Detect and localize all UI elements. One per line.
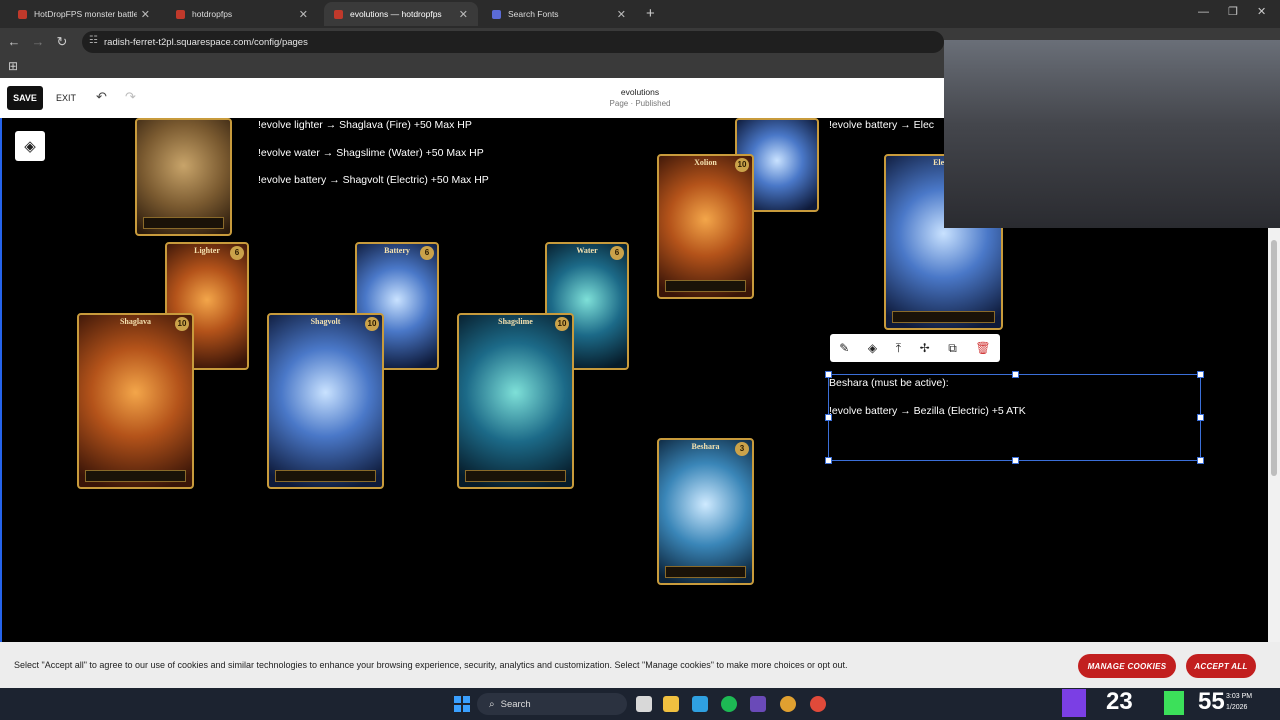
card-beshara[interactable]: Beshara 3 <box>657 438 754 585</box>
trash-icon[interactable]: 🗑 <box>975 341 990 355</box>
webcam-overlay <box>944 40 1280 228</box>
file-explorer-icon[interactable] <box>663 696 679 712</box>
card-level: 10 <box>735 158 749 172</box>
card-level: 6 <box>610 246 624 260</box>
tab-favicon-icon <box>18 9 27 19</box>
card-footer <box>85 470 186 482</box>
resize-handle[interactable] <box>1012 371 1019 378</box>
card-shagslime[interactable]: Shagslime 10 <box>457 313 574 489</box>
close-tab-icon[interactable]: ✕ <box>299 8 308 21</box>
card-poop[interactable] <box>135 118 232 236</box>
command-text-electric[interactable]: !evolve battery → Elec <box>829 119 934 131</box>
exit-button[interactable]: EXIT <box>56 93 76 103</box>
back-arrow-icon[interactable]: ← <box>6 34 22 49</box>
hud-icon[interactable] <box>750 696 766 712</box>
cookie-text: Select "Accept all" to agree to our use … <box>14 660 848 670</box>
tab-title: Search Fonts <box>508 9 559 19</box>
search-icon: ⌕ <box>489 698 495 710</box>
minimize-window-icon[interactable]: — <box>1198 6 1209 18</box>
tab-evolutions[interactable]: evolutions — hotdropfps ✕ <box>324 2 478 26</box>
tab-hotdropfps-monster[interactable]: HotDropFPS monster battle sty ✕ <box>8 2 160 26</box>
tab-title: evolutions — hotdropfps <box>350 9 442 19</box>
clock-date: 1/2026 <box>1226 704 1248 711</box>
maximize-window-icon[interactable]: ❐ <box>1228 5 1238 18</box>
pin-icon[interactable]: ✢ <box>920 341 930 355</box>
command-text-water[interactable]: !evolve water → Shagslime (Water) +50 Ma… <box>258 147 484 159</box>
tab-favicon-icon <box>176 9 185 19</box>
taskview-icon[interactable] <box>636 696 652 712</box>
selected-block-line2[interactable]: !evolve battery → Bezilla (Electric) +5 … <box>829 405 1026 417</box>
follower-count: 55 <box>1198 688 1225 715</box>
url-text: radish-ferret-t2pl.squarespace.com/confi… <box>104 36 308 48</box>
spotify-icon[interactable] <box>721 696 737 712</box>
windows-start-icon[interactable] <box>454 696 470 712</box>
chrome-canary-icon[interactable] <box>810 696 826 712</box>
move-up-icon[interactable]: ⤒ <box>896 341 901 356</box>
card-xolion[interactable]: Xolion 10 <box>657 154 754 299</box>
card-footer <box>665 566 746 578</box>
resize-handle[interactable] <box>1197 371 1204 378</box>
card-footer <box>275 470 376 482</box>
resize-handle[interactable] <box>825 457 832 464</box>
manage-cookies-button[interactable]: MANAGE COOKIES <box>1078 654 1176 678</box>
chrome-icon[interactable] <box>780 696 796 712</box>
twitch-icon <box>1062 689 1086 717</box>
editor-header <box>0 78 944 118</box>
site-info-icon[interactable]: ☷ <box>89 35 98 46</box>
card-level: 10 <box>555 317 569 331</box>
resize-handle[interactable] <box>1012 457 1019 464</box>
tab-favicon-icon <box>334 9 343 19</box>
page-status: Page · Published <box>609 99 671 108</box>
card-shagvolt[interactable]: Shagvolt 10 <box>267 313 384 489</box>
card-level: 3 <box>735 442 749 456</box>
close-window-icon[interactable]: ✕ <box>1257 5 1266 18</box>
card-shaglava[interactable]: Shaglava 10 <box>77 313 194 489</box>
card-footer <box>143 217 224 229</box>
reload-icon[interactable]: ↻ <box>54 34 70 50</box>
resize-handle[interactable] <box>1197 414 1204 421</box>
save-button[interactable]: SAVE <box>7 86 43 110</box>
card-footer <box>892 311 995 323</box>
new-tab-button[interactable]: + <box>646 5 655 22</box>
clock-time: 3:03 PM <box>1226 693 1253 700</box>
notepad-icon[interactable] <box>692 696 708 712</box>
selected-block-line1[interactable]: Beshara (must be active): <box>829 377 949 389</box>
tab-title: HotDropFPS monster battle sty <box>34 9 137 19</box>
command-text-battery[interactable]: !evolve battery → Shagvolt (Electric) +5… <box>258 174 489 186</box>
tab-search-fonts[interactable]: Search Fonts ✕ <box>482 2 636 26</box>
paint-icon[interactable]: ◈ <box>868 341 877 355</box>
kick-icon <box>1164 691 1184 715</box>
card-footer <box>665 280 746 292</box>
address-bar[interactable]: ☷ radish-ferret-t2pl.squarespace.com/con… <box>82 31 944 53</box>
accept-all-button[interactable]: ACCEPT ALL <box>1186 654 1256 678</box>
block-toolbar: ✎ ◈ ⤒ ✢ ⧉ 🗑 <box>830 334 1000 362</box>
pencil-icon[interactable]: ✎ <box>839 341 849 355</box>
scrollbar-thumb[interactable] <box>1271 240 1277 476</box>
apps-grid-icon[interactable]: ⊞ <box>8 59 18 73</box>
page-title: evolutions <box>620 87 660 97</box>
command-text-lighter[interactable]: !evolve lighter → Shaglava (Fire) +50 Ma… <box>258 119 472 131</box>
tab-hotdropfps[interactable]: hotdropfps ✕ <box>166 2 318 26</box>
tab-favicon-icon <box>492 9 501 19</box>
card-level: 6 <box>420 246 434 260</box>
resize-handle[interactable] <box>825 414 832 421</box>
tab-title: hotdropfps <box>192 9 233 19</box>
layers-icon[interactable]: ◈ <box>15 131 45 161</box>
close-tab-icon[interactable]: ✕ <box>459 8 468 21</box>
duplicate-icon[interactable]: ⧉ <box>948 341 957 356</box>
redo-icon[interactable]: ↷ <box>125 89 136 105</box>
viewer-count: 23 <box>1106 688 1133 715</box>
undo-icon[interactable]: ↶ <box>96 89 107 105</box>
close-tab-icon[interactable]: ✕ <box>617 8 626 21</box>
resize-handle[interactable] <box>1197 457 1204 464</box>
card-footer <box>465 470 566 482</box>
resize-handle[interactable] <box>825 371 832 378</box>
card-level: 10 <box>365 317 379 331</box>
card-level: 6 <box>230 246 244 260</box>
forward-arrow-icon[interactable]: → <box>30 34 46 49</box>
search-label: Search <box>500 698 531 710</box>
close-tab-icon[interactable]: ✕ <box>141 8 150 21</box>
card-level: 10 <box>175 317 189 331</box>
taskbar-search[interactable]: ⌕ Search <box>477 693 627 715</box>
